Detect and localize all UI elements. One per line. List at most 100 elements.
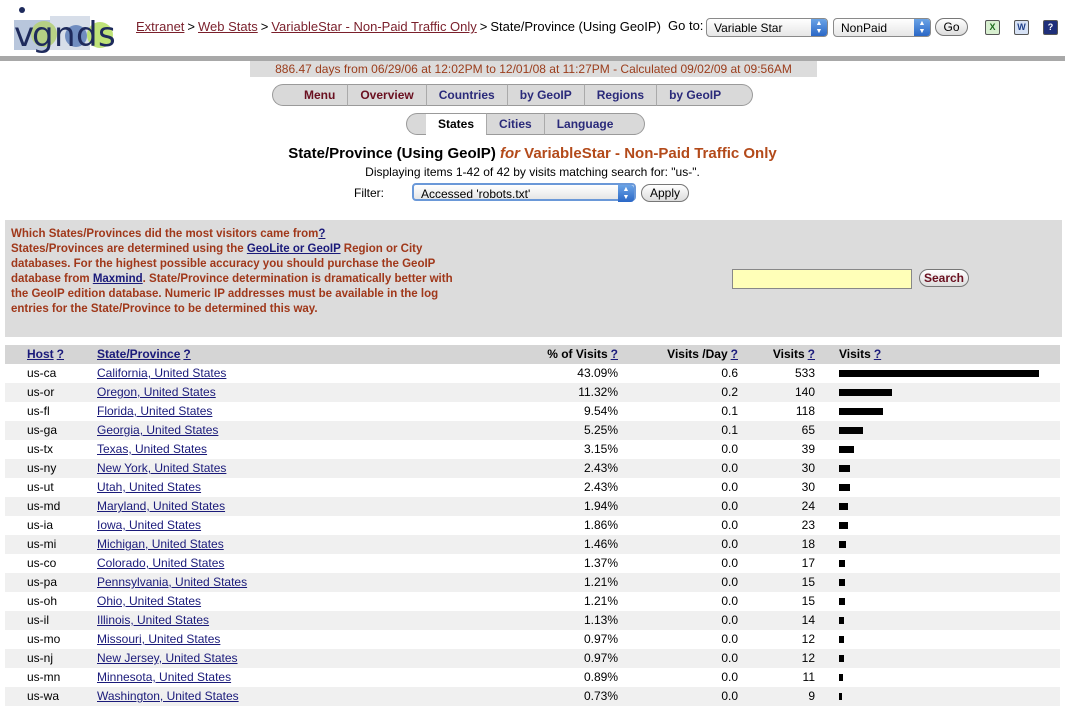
host-help-link[interactable]: ? bbox=[57, 347, 64, 361]
host-cell: us-ut bbox=[27, 480, 54, 494]
svg-text:g: g bbox=[32, 15, 54, 54]
secondary-tabs: States Cities Language bbox=[406, 113, 646, 135]
state-link[interactable]: California, United States bbox=[97, 364, 226, 383]
tab-countries[interactable]: Countries bbox=[425, 84, 507, 106]
table-row: us-fl Florida, United States 9.54% 0.1 118 bbox=[5, 402, 1060, 421]
visits-bar bbox=[839, 465, 850, 472]
state-help-link[interactable]: ? bbox=[183, 347, 190, 361]
bar-help-link[interactable]: ? bbox=[874, 347, 881, 361]
breadcrumb-web-stats[interactable]: Web Stats bbox=[198, 19, 258, 34]
breadcrumb-site[interactable]: VariableStar - Non-Paid Traffic Only bbox=[271, 19, 476, 34]
pct-cell: 2.43% bbox=[583, 461, 618, 475]
state-link[interactable]: Oregon, United States bbox=[97, 383, 216, 402]
state-link[interactable]: Florida, United States bbox=[97, 402, 212, 421]
state-link[interactable]: Maryland, United States bbox=[97, 497, 225, 516]
word-icon[interactable]: W bbox=[1014, 20, 1029, 35]
visits-cell: 30 bbox=[801, 480, 815, 494]
tab-menu[interactable]: Menu bbox=[292, 84, 348, 106]
host-cell: us-mo bbox=[27, 632, 61, 646]
state-link[interactable]: New Jersey, United States bbox=[97, 649, 238, 668]
vpd-cell: 0.0 bbox=[721, 594, 738, 608]
site-select[interactable]: Variable Star ▲ ▼ bbox=[706, 18, 828, 37]
header-vpd-label: Visits /Day bbox=[667, 347, 728, 361]
state-link[interactable]: Utah, United States bbox=[97, 478, 201, 497]
tab-states[interactable]: States bbox=[426, 113, 487, 135]
table-row: us-co Colorado, United States 1.37% 0.0 17 bbox=[5, 554, 1060, 573]
vignettes-logo[interactable]: v g n d s bbox=[12, 2, 126, 54]
filter-select[interactable]: Accessed 'robots.txt' ▲ ▼ bbox=[412, 183, 636, 202]
info-help-link[interactable]: ? bbox=[318, 228, 325, 240]
tab-countries-geoip[interactable]: by GeoIP bbox=[506, 84, 584, 106]
visits-help-link[interactable]: ? bbox=[808, 347, 815, 361]
state-link[interactable]: Michigan, United States bbox=[97, 535, 224, 554]
host-cell: us-co bbox=[27, 556, 57, 570]
visits-bar bbox=[839, 370, 1039, 377]
visits-cell: 12 bbox=[801, 651, 815, 665]
vpd-cell: 0.1 bbox=[721, 423, 738, 437]
vpd-cell: 0.0 bbox=[721, 689, 738, 703]
table-row: us-md Maryland, United States 1.94% 0.0 24 bbox=[5, 497, 1060, 516]
header-visits: Visits? bbox=[773, 345, 815, 364]
state-link[interactable]: New York, United States bbox=[97, 459, 226, 478]
host-cell: us-il bbox=[27, 613, 50, 627]
tab-regions[interactable]: Regions bbox=[583, 84, 657, 106]
vpd-cell: 0.0 bbox=[721, 670, 738, 684]
host-cell: us-tx bbox=[27, 442, 54, 456]
state-link[interactable]: Pennsylvania, United States bbox=[97, 573, 247, 592]
state-link[interactable]: Ohio, United States bbox=[97, 592, 201, 611]
pct-cell: 1.21% bbox=[583, 594, 618, 608]
table-row: us-il Illinois, United States 1.13% 0.0 14 bbox=[5, 611, 1060, 630]
state-link[interactable]: Missouri, United States bbox=[97, 630, 220, 649]
tab-cap-left bbox=[272, 84, 292, 106]
table-row: us-mi Michigan, United States 1.46% 0.0 18 bbox=[5, 535, 1060, 554]
visits-cell: 17 bbox=[801, 556, 815, 570]
page-title: State/Province (Using GeoIP) for Variabl… bbox=[0, 145, 1065, 162]
go-button[interactable]: Go bbox=[935, 18, 968, 36]
state-link[interactable]: Iowa, United States bbox=[97, 516, 201, 535]
sort-host-link[interactable]: Host bbox=[27, 347, 54, 361]
host-cell: us-mn bbox=[27, 670, 61, 684]
help-icon[interactable]: ? bbox=[1043, 20, 1058, 35]
vpd-cell: 0.0 bbox=[721, 556, 738, 570]
search-button[interactable]: Search bbox=[919, 269, 969, 287]
state-link[interactable]: Washington, United States bbox=[97, 687, 239, 706]
tab-language[interactable]: Language bbox=[543, 113, 626, 135]
state-link[interactable]: Texas, United States bbox=[97, 440, 207, 459]
table-row: us-mo Missouri, United States 0.97% 0.0 12 bbox=[5, 630, 1060, 649]
table-row: us-nj New Jersey, United States 0.97% 0.0 12 bbox=[5, 649, 1060, 668]
tab-overview[interactable]: Overview bbox=[347, 84, 426, 106]
visits-cell: 15 bbox=[801, 594, 815, 608]
profile-select-value: NonPaid bbox=[841, 21, 888, 35]
breadcrumb-extranet[interactable]: Extranet bbox=[136, 19, 184, 34]
select-arrows-icon: ▲ ▼ bbox=[811, 19, 827, 36]
apply-button[interactable]: Apply bbox=[641, 184, 689, 202]
sort-state-link[interactable]: State/Province bbox=[97, 347, 180, 361]
state-link[interactable]: Colorado, United States bbox=[97, 554, 224, 573]
host-cell: us-ga bbox=[27, 423, 58, 437]
search-input[interactable] bbox=[732, 269, 912, 289]
table-row: us-ny New York, United States 2.43% 0.0 30 bbox=[5, 459, 1060, 478]
state-link[interactable]: Illinois, United States bbox=[97, 611, 209, 630]
excel-icon[interactable]: X bbox=[985, 20, 1000, 35]
vpd-cell: 0.0 bbox=[721, 613, 738, 627]
tab-regions-geoip[interactable]: by GeoIP bbox=[656, 84, 734, 106]
vpd-cell: 0.0 bbox=[721, 480, 738, 494]
vpd-help-link[interactable]: ? bbox=[731, 347, 738, 361]
host-cell: us-ia bbox=[27, 518, 54, 532]
state-link[interactable]: Georgia, United States bbox=[97, 421, 218, 440]
visits-cell: 30 bbox=[801, 461, 815, 475]
visits-bar bbox=[839, 446, 854, 453]
table-row: us-wa Washington, United States 0.73% 0.0 9 bbox=[5, 687, 1060, 706]
title-main: State/Province (Using GeoIP) bbox=[288, 145, 496, 162]
tab-cities[interactable]: Cities bbox=[486, 113, 544, 135]
table-row: us-ca California, United States 43.09% 0.6 5… bbox=[5, 364, 1060, 383]
profile-select[interactable]: NonPaid ▲ ▼ bbox=[833, 18, 931, 37]
maxmind-link[interactable]: Maxmind bbox=[93, 273, 143, 285]
vpd-cell: 0.0 bbox=[721, 442, 738, 456]
pct-help-link[interactable]: ? bbox=[611, 347, 618, 361]
state-link[interactable]: Minnesota, United States bbox=[97, 668, 231, 687]
header-vpd: Visits /Day? bbox=[667, 345, 738, 364]
vpd-cell: 0.0 bbox=[721, 632, 738, 646]
select-arrows-icon: ▲ ▼ bbox=[914, 19, 930, 36]
geolite-link[interactable]: GeoLite or GeoIP bbox=[247, 243, 341, 255]
